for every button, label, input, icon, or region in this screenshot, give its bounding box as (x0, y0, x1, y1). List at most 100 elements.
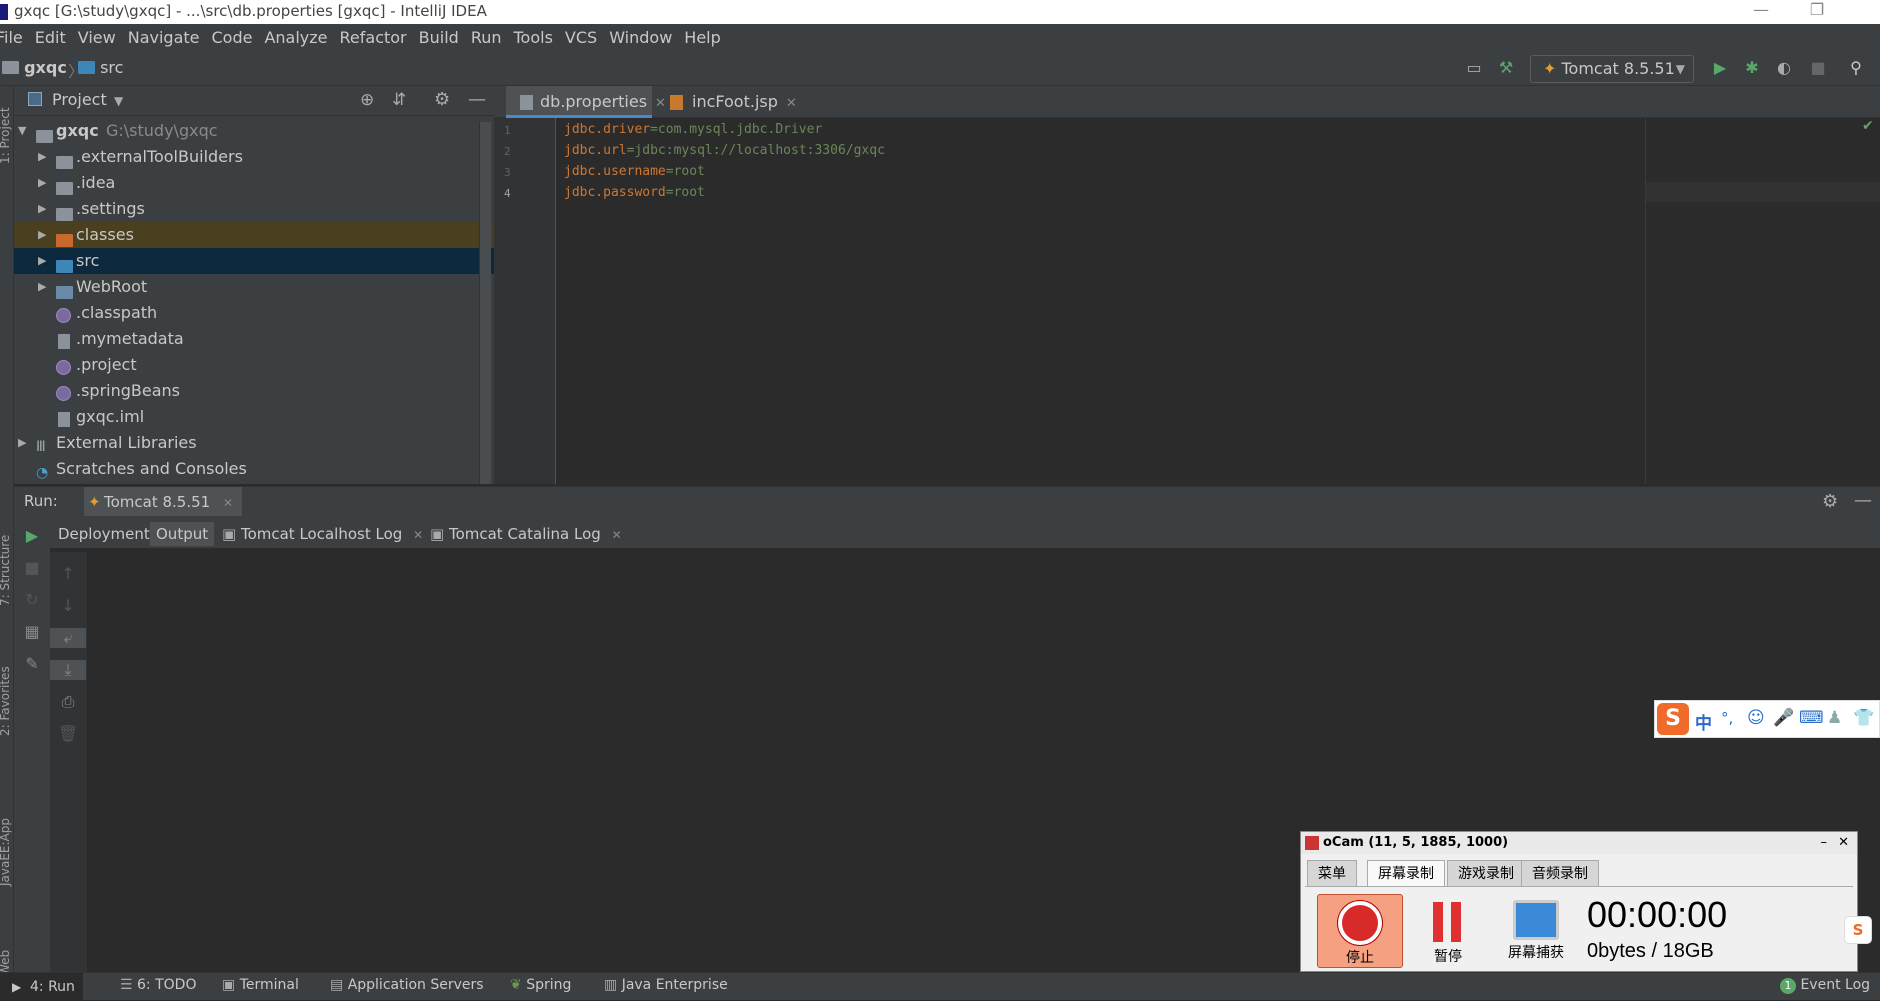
run-config-select[interactable]: ✦ Tomcat 8.5.51 ▼ (1530, 55, 1694, 83)
sogou-float-icon[interactable]: S (1844, 916, 1872, 944)
ocam-tab-audio[interactable]: 音频录制 (1521, 860, 1599, 886)
project-view-select[interactable]: Project (52, 90, 107, 109)
expand-arrow-icon[interactable]: ▼ (18, 118, 26, 144)
expand-arrow-icon[interactable]: ▶ (38, 222, 46, 248)
layout-icon[interactable]: ▦ (14, 622, 50, 641)
expand-arrow-icon[interactable]: ▶ (38, 170, 46, 196)
status-terminal[interactable]: ▣ Terminal (222, 977, 299, 993)
ocam-capture-button[interactable]: 屏幕捕获 (1493, 894, 1579, 968)
status-java-enterprise[interactable]: ▥ Java Enterprise (604, 977, 728, 993)
tab-deployment[interactable]: Deployment (58, 522, 150, 546)
panel-scrollbar[interactable] (479, 122, 491, 484)
locate-icon[interactable]: ⊕ (360, 90, 374, 110)
menu-help[interactable]: Help (684, 28, 720, 47)
soft-wrap-icon[interactable]: ⤶ (50, 628, 86, 648)
minimize-icon[interactable]: – (1821, 832, 1828, 854)
inspection-ok-icon[interactable]: ✔ (1862, 118, 1874, 134)
menu-code[interactable]: Code (212, 28, 253, 47)
scroll-to-end-icon[interactable]: ⤓ (50, 660, 86, 680)
tree-item-scratches[interactable]: ◔ Scratches and Consoles (14, 456, 494, 482)
smiley-icon[interactable]: ☺ (1747, 708, 1765, 728)
tab-output[interactable]: Output (150, 522, 215, 546)
scroll-down-icon[interactable]: ↓ (50, 596, 86, 615)
scroll-up-icon[interactable]: ↑ (50, 564, 86, 583)
tree-item-webroot[interactable]: ▶ WebRoot (14, 274, 494, 300)
tool-favorites[interactable]: 2: Favorites (0, 666, 12, 736)
ime-lang[interactable]: 中 (1695, 709, 1712, 734)
frame-icon[interactable]: ▭ (1464, 58, 1484, 78)
menu-view[interactable]: View (78, 28, 116, 47)
tree-item-externaltoolbuilders[interactable]: ▶ .externalToolBuilders (14, 144, 494, 170)
user-icon[interactable]: ♟ (1827, 708, 1842, 728)
search-icon[interactable]: ⚲ (1846, 58, 1866, 78)
tree-item-classes[interactable]: ▶ classes (14, 222, 494, 248)
menu-window[interactable]: Window (609, 28, 672, 47)
expand-arrow-icon[interactable]: ▶ (38, 248, 46, 274)
tree-root[interactable]: ▼ gxqc G:\study\gxqc (14, 118, 494, 144)
menu-run[interactable]: Run (471, 28, 502, 47)
expand-arrow-icon[interactable]: ▶ (38, 196, 46, 222)
hide-panel-icon[interactable]: — (468, 89, 486, 110)
menu-edit[interactable]: Edit (35, 28, 66, 47)
tool-structure[interactable]: 7: Structure (0, 535, 12, 606)
ocam-tab-menu[interactable]: 菜单 (1307, 860, 1357, 886)
tool-project[interactable]: 1: Project (0, 107, 12, 164)
rerun-icon[interactable]: ▶ (14, 526, 50, 545)
minimize-icon[interactable]: — (1738, 0, 1784, 24)
coverage-icon[interactable]: ◐ (1774, 58, 1794, 78)
tree-item-gxqc-iml[interactable]: gxqc.iml (14, 404, 494, 430)
menu-file[interactable]: File (0, 28, 23, 47)
tree-item-classpath[interactable]: .classpath (14, 300, 494, 326)
print-icon[interactable]: ⎙ (50, 692, 86, 712)
pin-icon[interactable]: ✎ (14, 654, 50, 673)
skin-icon[interactable]: 👕 (1853, 708, 1874, 728)
tree-item-settings[interactable]: ▶ .settings (14, 196, 494, 222)
ocam-pause-button[interactable]: 暂停 (1405, 894, 1491, 968)
tab-catalina-log[interactable]: ▣ Tomcat Catalina Log ✕ (430, 522, 622, 546)
status-run[interactable]: ▶ 4: Run (0, 973, 83, 1001)
ocam-tab-game[interactable]: 游戏录制 (1447, 860, 1525, 886)
menu-vcs[interactable]: VCS (565, 28, 597, 47)
hide-panel-icon[interactable]: — (1854, 490, 1872, 511)
tab-db-properties[interactable]: db.properties ✕ (506, 86, 666, 118)
tree-item-springbeans[interactable]: .springBeans (14, 378, 494, 404)
close-icon[interactable]: ✕ (413, 528, 423, 542)
stop-icon[interactable]: ■ (1808, 58, 1828, 78)
tree-item-idea[interactable]: ▶ .idea (14, 170, 494, 196)
stop-icon[interactable]: ■ (14, 558, 50, 577)
breadcrumb-project[interactable]: gxqc (2, 58, 67, 77)
status-event-log[interactable]: 1 Event Log (1780, 977, 1870, 994)
tool-javaee[interactable]: JavaEE:App (0, 818, 12, 886)
tree-item-mymetadata[interactable]: .mymetadata (14, 326, 494, 352)
expand-arrow-icon[interactable]: ▶ (38, 144, 46, 170)
run-icon[interactable]: ▶ (1710, 58, 1730, 78)
close-icon[interactable]: ✕ (223, 496, 233, 510)
close-icon[interactable]: ✕ (612, 528, 622, 542)
trash-icon[interactable]: 🗑 (50, 724, 86, 743)
ocam-stop-button[interactable]: 停止 (1317, 894, 1403, 968)
tree-item-src[interactable]: ▶ src (14, 248, 494, 274)
collapse-all-icon[interactable]: ⇵ (392, 90, 406, 110)
gear-icon[interactable]: ⚙ (434, 89, 450, 110)
tab-localhost-log[interactable]: ▣ Tomcat Localhost Log ✕ (222, 522, 423, 546)
chevron-down-icon[interactable]: ▼ (114, 94, 123, 108)
ime-punct[interactable]: °, (1721, 709, 1733, 727)
restart-icon[interactable]: ↻ (14, 590, 50, 609)
debug-bug-icon[interactable]: ✱ (1742, 58, 1762, 78)
status-todo[interactable]: ☰ 6: TODO (120, 977, 196, 993)
menu-build[interactable]: Build (419, 28, 459, 47)
tree-item-project[interactable]: .project (14, 352, 494, 378)
sogou-logo-icon[interactable]: S (1657, 703, 1689, 735)
menu-refactor[interactable]: Refactor (340, 28, 407, 47)
status-app-servers[interactable]: ▤ Application Servers (330, 977, 484, 993)
menu-analyze[interactable]: Analyze (264, 28, 327, 47)
code-editor[interactable]: jdbc.driver=com.mysql.jdbc.Driver jdbc.u… (556, 118, 1646, 484)
tab-incfoot-jsp[interactable]: incFoot.jsp ✕ (658, 86, 798, 118)
menu-tools[interactable]: Tools (514, 28, 553, 47)
status-spring[interactable]: ❦ Spring (510, 977, 571, 993)
close-icon[interactable]: ✕ (786, 96, 797, 111)
build-hammer-icon[interactable]: ⚒ (1496, 58, 1516, 78)
expand-arrow-icon[interactable]: ▶ (38, 274, 46, 300)
keyboard-icon[interactable]: ⌨ (1799, 708, 1824, 728)
ocam-tab-screen[interactable]: 屏幕录制 (1367, 860, 1445, 886)
